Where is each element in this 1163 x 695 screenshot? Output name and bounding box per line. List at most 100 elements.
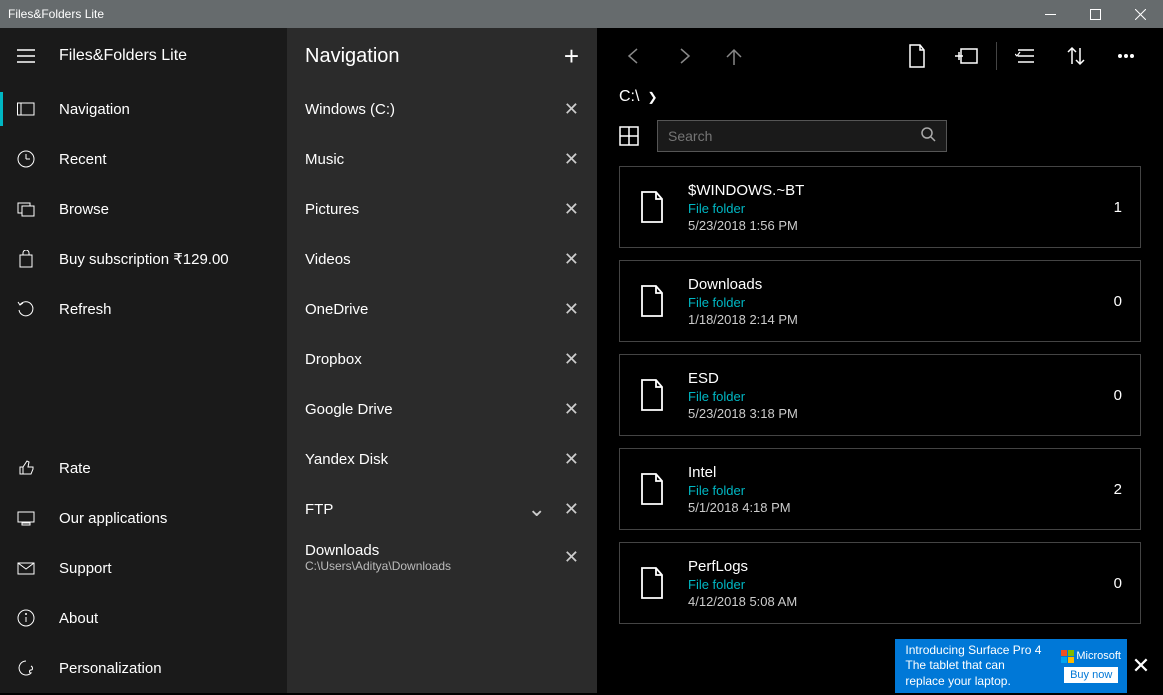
sidebar-item-label: Recent — [59, 151, 107, 168]
sidebar-item-label: Navigation — [59, 101, 130, 118]
buy-now-button[interactable]: Buy now — [1064, 667, 1118, 683]
search-box[interactable] — [657, 120, 947, 152]
add-location-button[interactable]: + — [564, 41, 579, 72]
nav-item-music[interactable]: Music✕ — [287, 134, 597, 184]
file-item[interactable]: PerfLogsFile folder4/12/2018 5:08 AM0 — [619, 542, 1141, 624]
chevron-right-icon: ❯ — [647, 90, 657, 104]
thumb-icon — [17, 459, 59, 477]
remove-icon[interactable]: ✕ — [564, 249, 579, 270]
window-title: Files&Folders Lite — [8, 7, 104, 21]
file-type: File folder — [688, 389, 1114, 404]
file-count: 0 — [1114, 387, 1122, 404]
remove-icon[interactable]: ✕ — [564, 349, 579, 370]
sidebar: Files&Folders Lite Navigation Recent Bro… — [0, 28, 287, 693]
file-icon — [638, 566, 688, 600]
new-folder-button[interactable] — [942, 28, 992, 84]
nav-item-windows-c-[interactable]: Windows (C:) ✕ — [287, 84, 597, 134]
nav-item-dropbox[interactable]: Dropbox ✕ — [287, 334, 597, 384]
sidebar-item-refresh[interactable]: Refresh — [0, 284, 287, 334]
file-date: 5/1/2018 4:18 PM — [688, 500, 1114, 515]
sidebar-item-recent[interactable]: Recent — [0, 134, 287, 184]
file-item[interactable]: $WINDOWS.~BTFile folder5/23/2018 1:56 PM… — [619, 166, 1141, 248]
clock-icon — [17, 150, 59, 168]
title-bar: Files&Folders Lite — [0, 0, 1163, 28]
sidebar-header: Files&Folders Lite — [0, 28, 287, 84]
sidebar-item-support[interactable]: Support — [0, 543, 287, 593]
remove-icon[interactable]: ✕ — [564, 399, 579, 420]
breadcrumb-path: C:\ — [619, 88, 639, 106]
sidebar-item-label: Rate — [59, 460, 91, 477]
remove-icon[interactable]: ✕ — [564, 299, 579, 320]
file-count: 2 — [1114, 481, 1122, 498]
nav-item-label: Dropbox — [305, 351, 362, 368]
more-button[interactable] — [1101, 28, 1151, 84]
sidebar-item-label: Support — [59, 560, 112, 577]
nav-item-onedrive[interactable]: OneDrive✕ — [287, 284, 597, 334]
nav-item-label: FTP — [305, 501, 333, 518]
sidebar-item-label: About — [59, 610, 98, 627]
file-name: PerfLogs — [688, 558, 1114, 575]
file-type: File folder — [688, 483, 1114, 498]
chevron-down-icon[interactable]: ⌄ — [527, 496, 545, 522]
view-mode-button[interactable] — [619, 126, 639, 146]
select-button[interactable] — [1001, 28, 1051, 84]
file-icon — [638, 378, 688, 412]
nav-item-label: Windows (C:) — [305, 101, 395, 118]
nav-item-label: Google Drive — [305, 401, 393, 418]
sidebar-item-label: Personalization — [59, 660, 162, 677]
sidebar-item-our-apps[interactable]: Our applications — [0, 493, 287, 543]
file-date: 1/18/2018 2:14 PM — [688, 312, 1114, 327]
nav-item-yandex-disk[interactable]: Yandex Disk✕ — [287, 434, 597, 484]
remove-icon[interactable]: ✕ — [564, 449, 579, 470]
sidebar-item-label: Our applications — [59, 510, 167, 527]
window-controls — [1028, 0, 1163, 28]
sidebar-item-buy[interactable]: Buy subscription ₹129.00 — [0, 234, 287, 284]
palette-icon — [17, 659, 59, 677]
remove-icon[interactable]: ✕ — [564, 149, 579, 170]
nav-item-videos[interactable]: Videos✕ — [287, 234, 597, 284]
close-button[interactable] — [1118, 0, 1163, 28]
file-name: Intel — [688, 464, 1114, 481]
nav-item-google-drive[interactable]: Google Drive ✕ — [287, 384, 597, 434]
remove-icon[interactable]: ✕ — [564, 499, 579, 520]
sidebar-item-label: Refresh — [59, 301, 112, 318]
file-type: File folder — [688, 201, 1114, 216]
sidebar-item-personalization[interactable]: Personalization — [0, 643, 287, 693]
maximize-button[interactable] — [1073, 0, 1118, 28]
file-item[interactable]: Intel File folder 5/1/2018 4:18 PM2 — [619, 448, 1141, 530]
nav-item-pictures[interactable]: Pictures✕ — [287, 184, 597, 234]
nav-item-downloads[interactable]: DownloadsC:\Users\Aditya\Downloads✕ — [287, 534, 597, 581]
remove-icon[interactable]: ✕ — [564, 547, 579, 568]
file-icon — [638, 190, 688, 224]
file-date: 4/12/2018 5:08 AM — [688, 594, 1114, 609]
sidebar-item-navigation[interactable]: Navigation — [0, 84, 287, 134]
file-item[interactable]: DownloadsFile folder1/18/2018 2:14 PM0 — [619, 260, 1141, 342]
file-count: 0 — [1114, 575, 1122, 592]
toast-close-button[interactable]: ✕ — [1127, 639, 1155, 693]
main-area: C:\ ❯ $WINDOWS.~BTFile folder5/23/2018 1… — [597, 28, 1163, 693]
sidebar-item-rate[interactable]: Rate — [0, 443, 287, 493]
remove-icon[interactable]: ✕ — [564, 99, 579, 120]
file-date: 5/23/2018 1:56 PM — [688, 218, 1114, 233]
back-button[interactable] — [609, 28, 659, 84]
info-icon — [17, 609, 59, 627]
navigation-icon — [17, 100, 59, 118]
nav-item-sublabel: C:\Users\Aditya\Downloads — [305, 559, 451, 573]
new-file-button[interactable] — [892, 28, 942, 84]
breadcrumb[interactable]: C:\ ❯ — [597, 84, 1163, 120]
bag-icon — [17, 250, 59, 268]
hamburger-icon[interactable] — [17, 49, 59, 63]
file-item[interactable]: ESDFile folder5/23/2018 3:18 PM0 — [619, 354, 1141, 436]
file-list[interactable]: $WINDOWS.~BTFile folder5/23/2018 1:56 PM… — [597, 166, 1163, 693]
toolbar — [597, 28, 1163, 84]
forward-button[interactable] — [659, 28, 709, 84]
sort-button[interactable] — [1051, 28, 1101, 84]
sidebar-item-about[interactable]: About — [0, 593, 287, 643]
sidebar-item-browse[interactable]: Browse — [0, 184, 287, 234]
search-input[interactable] — [668, 128, 920, 144]
file-date: 5/23/2018 3:18 PM — [688, 406, 1114, 421]
nav-item-ftp[interactable]: FTP ⌄ ✕ — [287, 484, 597, 534]
up-button[interactable] — [709, 28, 759, 84]
remove-icon[interactable]: ✕ — [564, 199, 579, 220]
minimize-button[interactable] — [1028, 0, 1073, 28]
